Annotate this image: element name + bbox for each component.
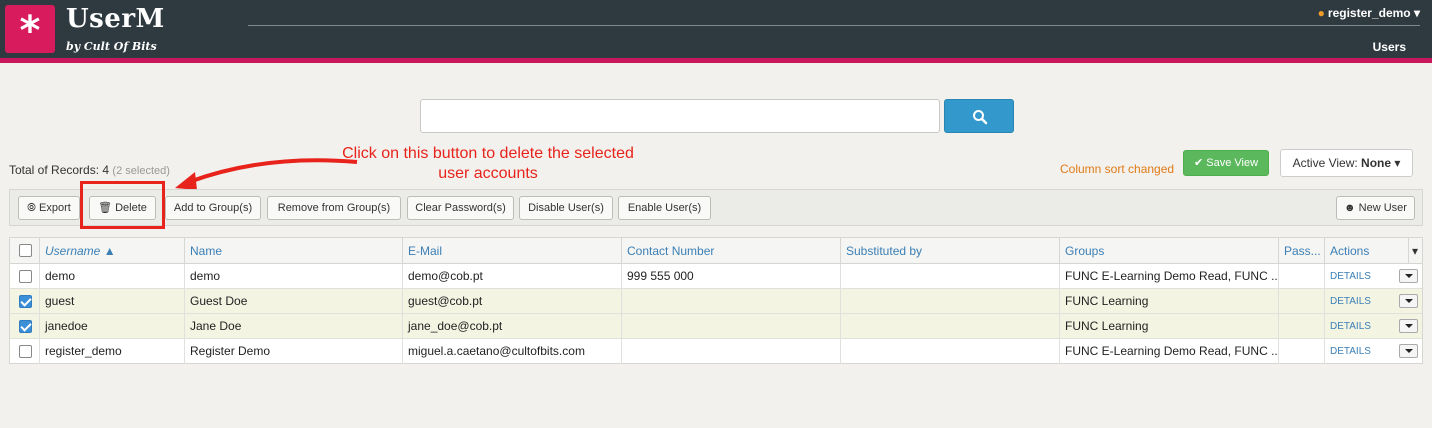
cell-groups: FUNC E-Learning Demo Read, FUNC ...: [1060, 264, 1279, 289]
search-icon: [973, 110, 988, 125]
cell-email: demo@cob.pt: [403, 264, 622, 289]
person-icon: ●: [1317, 6, 1325, 20]
add-to-group-button[interactable]: Add to Group(s): [165, 196, 261, 220]
header-stripe: [0, 58, 1432, 63]
cell-password: [1279, 264, 1325, 289]
cell-username: janedoe: [40, 314, 185, 339]
row-checkbox[interactable]: [19, 345, 32, 358]
sort-asc-icon: ▲: [103, 244, 116, 258]
records-count: Total of Records: 4 (2 selected): [9, 163, 170, 177]
column-menu-icon[interactable]: ▾: [1409, 238, 1422, 264]
annotation-text: Click on this button to delete the selec…: [342, 145, 634, 182]
cell-substituted: [841, 289, 1060, 314]
table-row[interactable]: guest Guest Doe guest@cob.pt FUNC Learni…: [10, 289, 1422, 314]
cell-groups: FUNC Learning: [1060, 289, 1279, 314]
column-groups[interactable]: Groups: [1060, 238, 1279, 264]
sort-changed-message: Column sort changed: [1060, 162, 1175, 176]
check-icon: ✔: [1193, 157, 1204, 169]
selected-count: (2 selected): [112, 165, 170, 177]
app-header: * UserM by Cult Of Bits ● register_demo ▾…: [0, 0, 1432, 58]
cell-groups: FUNC Learning: [1060, 314, 1279, 339]
cell-password: [1279, 289, 1325, 314]
cell-name: Jane Doe: [185, 314, 403, 339]
column-password[interactable]: Pass...: [1279, 238, 1325, 264]
caret-down-icon: ▾: [1394, 156, 1401, 170]
cell-username: guest: [40, 289, 185, 314]
details-link[interactable]: DETAILS: [1325, 264, 1395, 289]
clear-password-button[interactable]: Clear Password(s): [407, 196, 514, 220]
actions-toolbar: ⦾ Export 🗑 Delete Add to Group(s) Remove…: [9, 189, 1423, 226]
logo-icon[interactable]: *: [5, 5, 55, 54]
row-actions-dropdown[interactable]: [1399, 319, 1418, 333]
user-menu[interactable]: ● register_demo ▾: [1318, 6, 1420, 20]
enable-user-button[interactable]: Enable User(s): [618, 196, 711, 220]
brand-title: UserM: [66, 4, 165, 34]
cell-contact: [622, 314, 841, 339]
row-actions-dropdown[interactable]: [1399, 294, 1418, 308]
header-divider: [248, 25, 1420, 26]
column-name[interactable]: Name: [185, 238, 403, 264]
row-actions-dropdown[interactable]: [1399, 344, 1418, 358]
column-email[interactable]: E-Mail: [403, 238, 622, 264]
annotation-arrow-icon: [175, 158, 358, 190]
user-icon: ☻: [1344, 202, 1356, 214]
cell-contact: [622, 339, 841, 364]
table-row[interactable]: register_demo Register Demo miguel.a.cae…: [10, 339, 1422, 364]
cell-name: Register Demo: [185, 339, 403, 364]
cell-password: [1279, 339, 1325, 364]
column-actions: Actions: [1325, 238, 1409, 264]
export-button[interactable]: ⦾ Export: [18, 196, 80, 220]
cell-name: demo: [185, 264, 403, 289]
search-button[interactable]: [944, 99, 1014, 133]
disable-user-button[interactable]: Disable User(s): [519, 196, 613, 220]
cell-username: register_demo: [40, 339, 185, 364]
row-actions-dropdown[interactable]: [1399, 269, 1418, 283]
chevron-down-icon: ▾: [1413, 6, 1420, 20]
column-substituted[interactable]: Substituted by: [841, 238, 1060, 264]
cell-name: Guest Doe: [185, 289, 403, 314]
details-link[interactable]: DETAILS: [1325, 339, 1395, 364]
cell-contact: 999 555 000: [622, 264, 841, 289]
select-all-checkbox[interactable]: [19, 244, 32, 257]
column-username[interactable]: Username ▲: [40, 238, 185, 264]
user-menu-label: register_demo: [1327, 6, 1411, 20]
delete-highlight-box: [80, 181, 165, 229]
table-header: Username ▲ Name E-Mail Contact Number Su…: [10, 238, 1422, 264]
search-input[interactable]: [420, 99, 940, 133]
cell-email: miguel.a.caetano@cultofbits.com: [403, 339, 622, 364]
download-icon: ⦾: [27, 202, 36, 214]
details-link[interactable]: DETAILS: [1325, 289, 1395, 314]
table-row[interactable]: janedoe Jane Doe jane_doe@cob.pt FUNC Le…: [10, 314, 1422, 339]
cell-substituted: [841, 339, 1060, 364]
remove-from-group-button[interactable]: Remove from Group(s): [267, 196, 401, 220]
row-checkbox[interactable]: [19, 320, 32, 333]
active-view-dropdown[interactable]: Active View: None ▾: [1280, 149, 1413, 177]
save-view-button[interactable]: ✔ Save View: [1183, 150, 1269, 176]
nav-users[interactable]: Users: [1373, 40, 1406, 54]
table-row[interactable]: demo demo demo@cob.pt 999 555 000 FUNC E…: [10, 264, 1422, 289]
new-user-button[interactable]: ☻ New User: [1336, 196, 1415, 220]
select-all-cell: [10, 238, 40, 264]
cell-substituted: [841, 264, 1060, 289]
brand-subtitle: by Cult Of Bits: [66, 40, 157, 53]
cell-groups: FUNC E-Learning Demo Read, FUNC ...: [1060, 339, 1279, 364]
row-checkbox[interactable]: [19, 295, 32, 308]
column-contact[interactable]: Contact Number: [622, 238, 841, 264]
details-link[interactable]: DETAILS: [1325, 314, 1395, 339]
row-checkbox[interactable]: [19, 270, 32, 283]
cell-email: jane_doe@cob.pt: [403, 314, 622, 339]
cell-contact: [622, 289, 841, 314]
cell-substituted: [841, 314, 1060, 339]
cell-username: demo: [40, 264, 185, 289]
cell-password: [1279, 314, 1325, 339]
cell-email: guest@cob.pt: [403, 289, 622, 314]
users-table: Username ▲ Name E-Mail Contact Number Su…: [9, 237, 1423, 364]
